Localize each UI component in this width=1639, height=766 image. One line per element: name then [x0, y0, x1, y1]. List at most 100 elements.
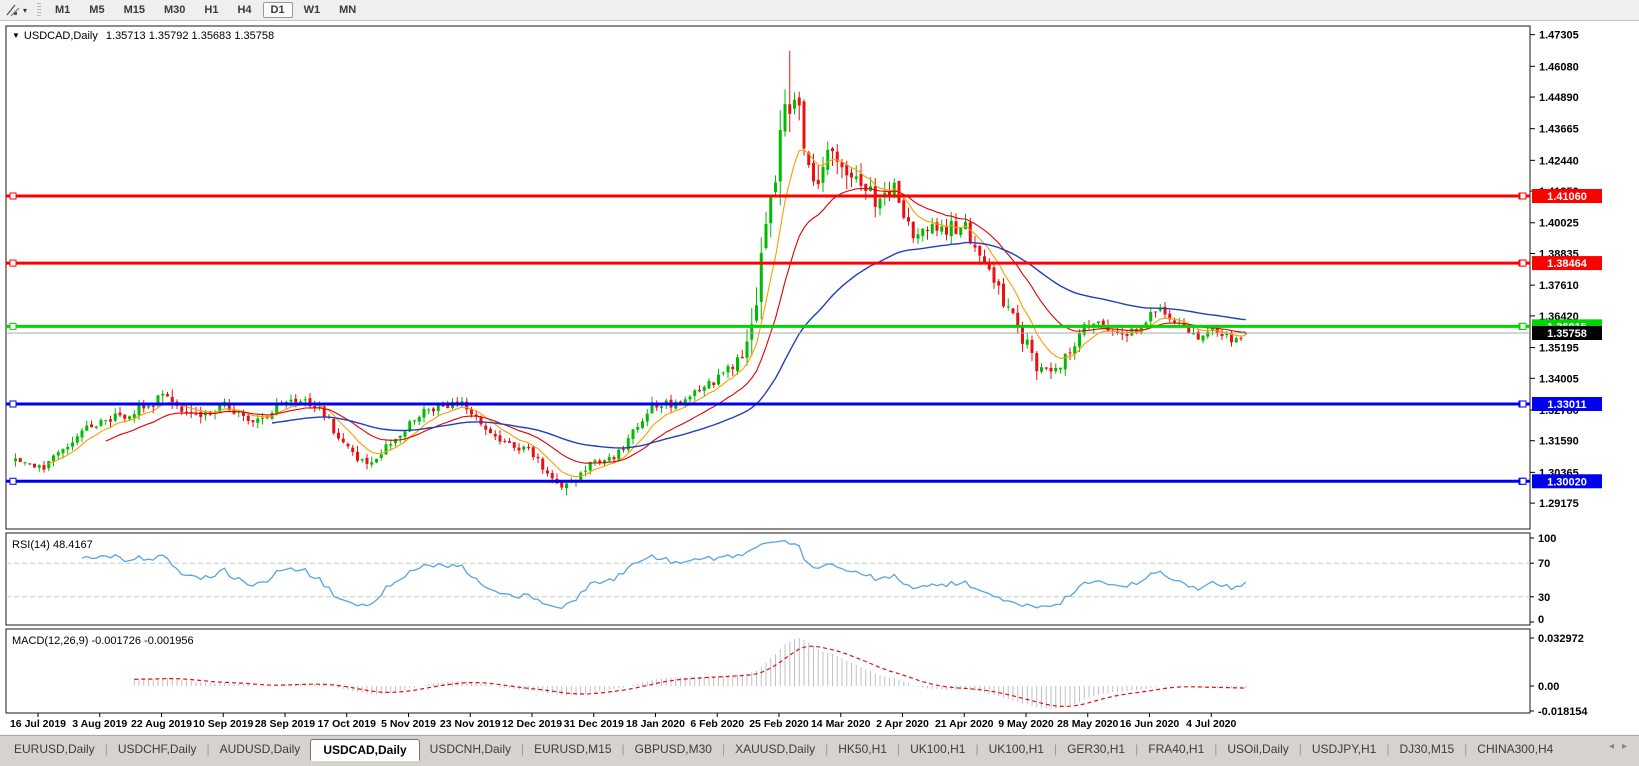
chart-tab-uk100-h1[interactable]: UK100,H1: [979, 739, 1054, 759]
top-toolbar: ▾ M1M5M15M30H1H4D1W1MN: [0, 0, 1639, 21]
svg-text:17 Oct 2019: 17 Oct 2019: [318, 718, 377, 730]
svg-text:1.33011: 1.33011: [1547, 399, 1586, 411]
chart-tab-hk50-h1[interactable]: HK50,H1: [828, 739, 897, 759]
chart-tab-eurusd-daily[interactable]: EURUSD,Daily: [4, 739, 105, 759]
svg-text:1.38464: 1.38464: [1547, 258, 1588, 270]
svg-text:28 May 2020: 28 May 2020: [1057, 718, 1118, 730]
timeframe-button-M1[interactable]: M1: [47, 2, 78, 18]
svg-text:9 May 2020: 9 May 2020: [998, 718, 1054, 730]
svg-text:30: 30: [1538, 592, 1550, 604]
svg-text:70: 70: [1538, 558, 1550, 570]
chart-tab-audusd-daily[interactable]: AUDUSD,Daily: [210, 739, 311, 759]
svg-text:1.29175: 1.29175: [1539, 498, 1579, 510]
svg-text:16 Jun 2020: 16 Jun 2020: [1120, 718, 1180, 730]
chart-tabs: EURUSD,Daily|USDCHF,Daily|AUDUSD,DailyUS…: [4, 737, 1609, 761]
svg-text:1.35195: 1.35195: [1539, 343, 1579, 355]
svg-text:1.30020: 1.30020: [1547, 476, 1587, 488]
svg-text:0.032972: 0.032972: [1538, 633, 1584, 645]
svg-text:2 Apr 2020: 2 Apr 2020: [876, 718, 929, 730]
svg-text:1.34005: 1.34005: [1539, 373, 1579, 385]
svg-text:5 Nov 2019: 5 Nov 2019: [381, 718, 436, 730]
svg-text:4 Jul 2020: 4 Jul 2020: [1186, 718, 1236, 730]
timeframe-toolbar: M1M5M15M30H1H4D1W1MN: [47, 2, 364, 18]
toolbar-grip[interactable]: [37, 3, 41, 17]
timeframe-button-M5[interactable]: M5: [81, 2, 112, 18]
tabs-scroll-left-icon[interactable]: ◂: [1609, 741, 1614, 752]
tabs-scroll-right-icon[interactable]: ▸: [1622, 741, 1627, 752]
current-price-badge: 1.35758: [1532, 326, 1602, 340]
trendlines-tool-button[interactable]: ▾: [2, 1, 31, 19]
svg-text:1.35758: 1.35758: [1547, 328, 1587, 340]
price-badge-1.30020: 1.30020: [1532, 474, 1602, 488]
svg-text:12 Dec 2019: 12 Dec 2019: [502, 718, 562, 730]
svg-text:1.37610: 1.37610: [1539, 280, 1579, 292]
svg-text:0: 0: [1538, 614, 1544, 626]
chart-tab-gbpusd-m30[interactable]: GBPUSD,M30: [625, 739, 722, 759]
price-badge-1.41060: 1.41060: [1532, 189, 1602, 203]
svg-text:100: 100: [1538, 533, 1556, 545]
svg-text:6 Feb 2020: 6 Feb 2020: [690, 718, 744, 730]
timeframe-button-W1[interactable]: W1: [296, 2, 329, 18]
chart-region: 1.473051.460801.448901.436651.424401.412…: [0, 21, 1639, 734]
svg-text:10 Sep 2019: 10 Sep 2019: [193, 718, 253, 730]
chart-tab-usdchf-daily[interactable]: USDCHF,Daily: [108, 739, 207, 759]
chart-symbol-label: USDCAD,Daily: [24, 30, 98, 42]
timeframe-button-H1[interactable]: H1: [196, 2, 226, 18]
macd-indicator-label: MACD(12,26,9) -0.001726 -0.001956: [12, 635, 194, 647]
svg-text:1.47305: 1.47305: [1539, 30, 1579, 42]
svg-text:0.00: 0.00: [1538, 681, 1559, 693]
trendlines-tool-icon: [6, 3, 21, 18]
chart-ohlc-values: 1.35713 1.35792 1.35683 1.35758: [106, 30, 274, 42]
chart-tab-xauusd-daily[interactable]: XAUUSD,Daily: [725, 739, 825, 759]
chart-tab-china300-h4[interactable]: CHINA300,H4: [1467, 739, 1563, 759]
svg-text:18 Jan 2020: 18 Jan 2020: [626, 718, 685, 730]
price-axis: 1.473051.460801.448901.436651.424401.412…: [1530, 30, 1588, 718]
timeframe-button-MN[interactable]: MN: [331, 2, 364, 18]
hline-handle[interactable]: [1520, 401, 1526, 407]
chart-tab-bar: EURUSD,Daily|USDCHF,Daily|AUDUSD,DailyUS…: [0, 734, 1639, 766]
hline-handle[interactable]: [1520, 478, 1526, 484]
main-panel: [6, 26, 1530, 529]
chart-tab-ger30-h1[interactable]: GER30,H1: [1057, 739, 1135, 759]
svg-text:1.41060: 1.41060: [1547, 191, 1587, 203]
svg-text:1.31590: 1.31590: [1539, 436, 1579, 448]
svg-text:1.40025: 1.40025: [1539, 218, 1579, 230]
hline-handle[interactable]: [1520, 323, 1526, 329]
price-badge-1.38464: 1.38464: [1532, 256, 1602, 270]
chart-tab-uk100-h1[interactable]: UK100,H1: [900, 739, 975, 759]
chart-tab-fra40-h1[interactable]: FRA40,H1: [1138, 739, 1214, 759]
mt4-window: ▾ M1M5M15M30H1H4D1W1MN 1.47305 1.46080 1.4…: [0, 0, 1639, 766]
svg-text:14 Mar 2020: 14 Mar 2020: [811, 718, 871, 730]
hline-handle[interactable]: [1520, 193, 1526, 199]
tool-dropdown-caret-icon[interactable]: ▾: [23, 6, 27, 15]
svg-text:31 Dec 2019: 31 Dec 2019: [564, 718, 624, 730]
chart-tab-dj30-m15[interactable]: DJ30,M15: [1389, 739, 1464, 759]
chart-tab-usdjpy-h1[interactable]: USDJPY,H1: [1302, 739, 1386, 759]
timeframe-button-M30[interactable]: M30: [156, 2, 193, 18]
tab-scroll-arrows: ◂ ▸: [1609, 737, 1635, 752]
hline-handle[interactable]: [1520, 260, 1526, 266]
rsi-indicator-label: RSI(14) 48.4167: [12, 539, 93, 551]
chart-tab-usdcad-daily[interactable]: USDCAD,Daily: [310, 739, 419, 761]
timeframe-button-D1[interactable]: D1: [263, 2, 293, 18]
chart-tab-eurusd-m15[interactable]: EURUSD,M15: [524, 739, 621, 759]
timeframe-button-M15[interactable]: M15: [116, 2, 153, 18]
timeframe-button-H4[interactable]: H4: [229, 2, 259, 18]
svg-text:1.46080: 1.46080: [1539, 61, 1579, 73]
chart-title: ▼ USDCAD,Daily 1.35713 1.35792 1.35683 1.3…: [12, 30, 274, 42]
svg-text:3 Aug 2019: 3 Aug 2019: [72, 718, 127, 730]
date-axis: 16 Jul 20193 Aug 201922 Aug 201910 Sep 2…: [10, 713, 1237, 730]
chart-tab-usdcnh-daily[interactable]: USDCNH,Daily: [420, 739, 521, 759]
svg-text:1.43665: 1.43665: [1539, 124, 1579, 136]
triangle-down-icon[interactable]: ▼: [12, 31, 20, 40]
chart-canvas[interactable]: 1.473051.460801.448901.436651.424401.412…: [0, 21, 1639, 734]
price-badge-1.33011: 1.33011: [1532, 397, 1602, 411]
chart-tab-usoil-daily[interactable]: USOil,Daily: [1217, 739, 1298, 759]
svg-text:1.42440: 1.42440: [1539, 155, 1579, 167]
svg-text:25 Feb 2020: 25 Feb 2020: [749, 718, 809, 730]
svg-text:23 Nov 2019: 23 Nov 2019: [440, 718, 501, 730]
svg-text:28 Sep 2019: 28 Sep 2019: [255, 718, 315, 730]
svg-text:22 Aug 2019: 22 Aug 2019: [131, 718, 192, 730]
svg-text:-0.018154: -0.018154: [1538, 706, 1588, 718]
svg-text:1.44890: 1.44890: [1539, 92, 1579, 104]
